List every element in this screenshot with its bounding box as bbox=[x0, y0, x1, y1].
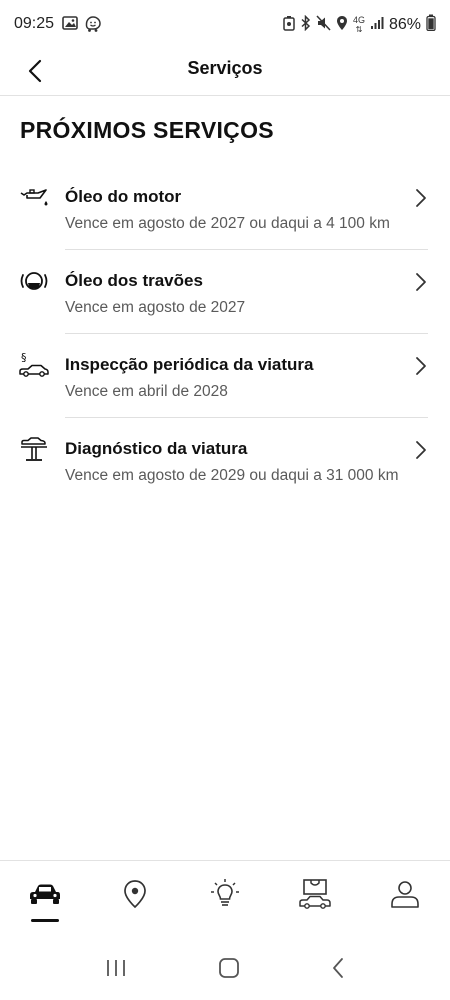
network-type: 4G ⇅ bbox=[352, 15, 365, 35]
service-name: Inspecção periódica da viatura bbox=[65, 355, 314, 374]
service-list: Óleo do motor Vence em agosto de 2027 ou… bbox=[0, 166, 450, 502]
service-item-brake-fluid[interactable]: Óleo dos travões Vence em agosto de 2027 bbox=[0, 250, 450, 334]
engine-oil-icon bbox=[18, 182, 50, 212]
svg-text:§: § bbox=[21, 351, 27, 364]
service-name: Óleo dos travões bbox=[65, 271, 203, 290]
status-bar: 09:25 4G ⇅ 86% bbox=[0, 0, 450, 50]
mute-icon bbox=[316, 14, 331, 36]
map-pin-icon bbox=[122, 879, 148, 914]
service-due-text: Vence em agosto de 2029 ou daqui a 31 00… bbox=[65, 467, 399, 484]
network-label: 4G bbox=[352, 15, 365, 25]
status-left-icons bbox=[62, 15, 102, 38]
profile-icon bbox=[389, 879, 421, 914]
section-title: PRÓXIMOS SERVIÇOS bbox=[20, 117, 274, 143]
recent-apps-icon[interactable] bbox=[105, 958, 127, 983]
service-item-engine-oil[interactable]: Óleo do motor Vence em agosto de 2027 ou… bbox=[0, 166, 450, 250]
vehicle-inspection-icon: § bbox=[18, 350, 50, 380]
service-due-text: Vence em agosto de 2027 bbox=[65, 299, 246, 316]
page-title: Serviços bbox=[187, 58, 263, 78]
battery-icon bbox=[426, 14, 436, 36]
bottom-nav bbox=[0, 860, 450, 932]
car-icon bbox=[27, 881, 63, 912]
nav-item-tips[interactable] bbox=[180, 861, 270, 932]
vehicle-lift-icon bbox=[18, 434, 50, 464]
data-arrows-icon: ⇅ bbox=[355, 25, 363, 34]
chevron-right-icon bbox=[414, 440, 428, 460]
service-name: Diagnóstico da viatura bbox=[65, 439, 248, 458]
lock-battery-icon bbox=[283, 15, 295, 36]
chevron-right-icon bbox=[414, 356, 428, 376]
status-right-icons: 4G ⇅ 86% bbox=[283, 14, 436, 36]
service-due-text: Vence em abril de 2028 bbox=[65, 383, 228, 400]
service-item-vehicle-inspection[interactable]: § Inspecção periódica da viatura Vence e… bbox=[0, 334, 450, 418]
service-name: Óleo do motor bbox=[65, 187, 182, 206]
signal-icon bbox=[370, 16, 384, 35]
location-icon bbox=[336, 15, 348, 36]
chevron-right-icon bbox=[414, 188, 428, 208]
nav-item-profile[interactable] bbox=[360, 861, 450, 932]
home-icon[interactable] bbox=[218, 957, 240, 984]
nav-item-shop[interactable] bbox=[270, 861, 360, 932]
nav-item-map[interactable] bbox=[90, 861, 180, 932]
back-icon[interactable] bbox=[331, 957, 345, 984]
chevron-right-icon bbox=[414, 272, 428, 292]
status-time: 09:25 bbox=[14, 15, 55, 32]
system-nav-bar bbox=[0, 940, 450, 1000]
gallery-icon bbox=[62, 15, 78, 38]
nav-item-vehicle[interactable] bbox=[0, 861, 90, 932]
service-item-vehicle-diagnosis[interactable]: Diagnóstico da viatura Vence em agosto d… bbox=[0, 418, 450, 502]
waze-icon bbox=[84, 15, 102, 38]
active-tab-indicator bbox=[31, 919, 59, 922]
lightbulb-icon bbox=[210, 878, 240, 915]
battery-percent: 86% bbox=[388, 16, 421, 33]
app-header: Serviços bbox=[0, 50, 450, 96]
bluetooth-icon bbox=[300, 14, 311, 36]
shop-icon bbox=[298, 878, 332, 915]
brake-fluid-icon bbox=[18, 266, 50, 296]
service-due-text: Vence em agosto de 2027 ou daqui a 4 100… bbox=[65, 215, 390, 232]
